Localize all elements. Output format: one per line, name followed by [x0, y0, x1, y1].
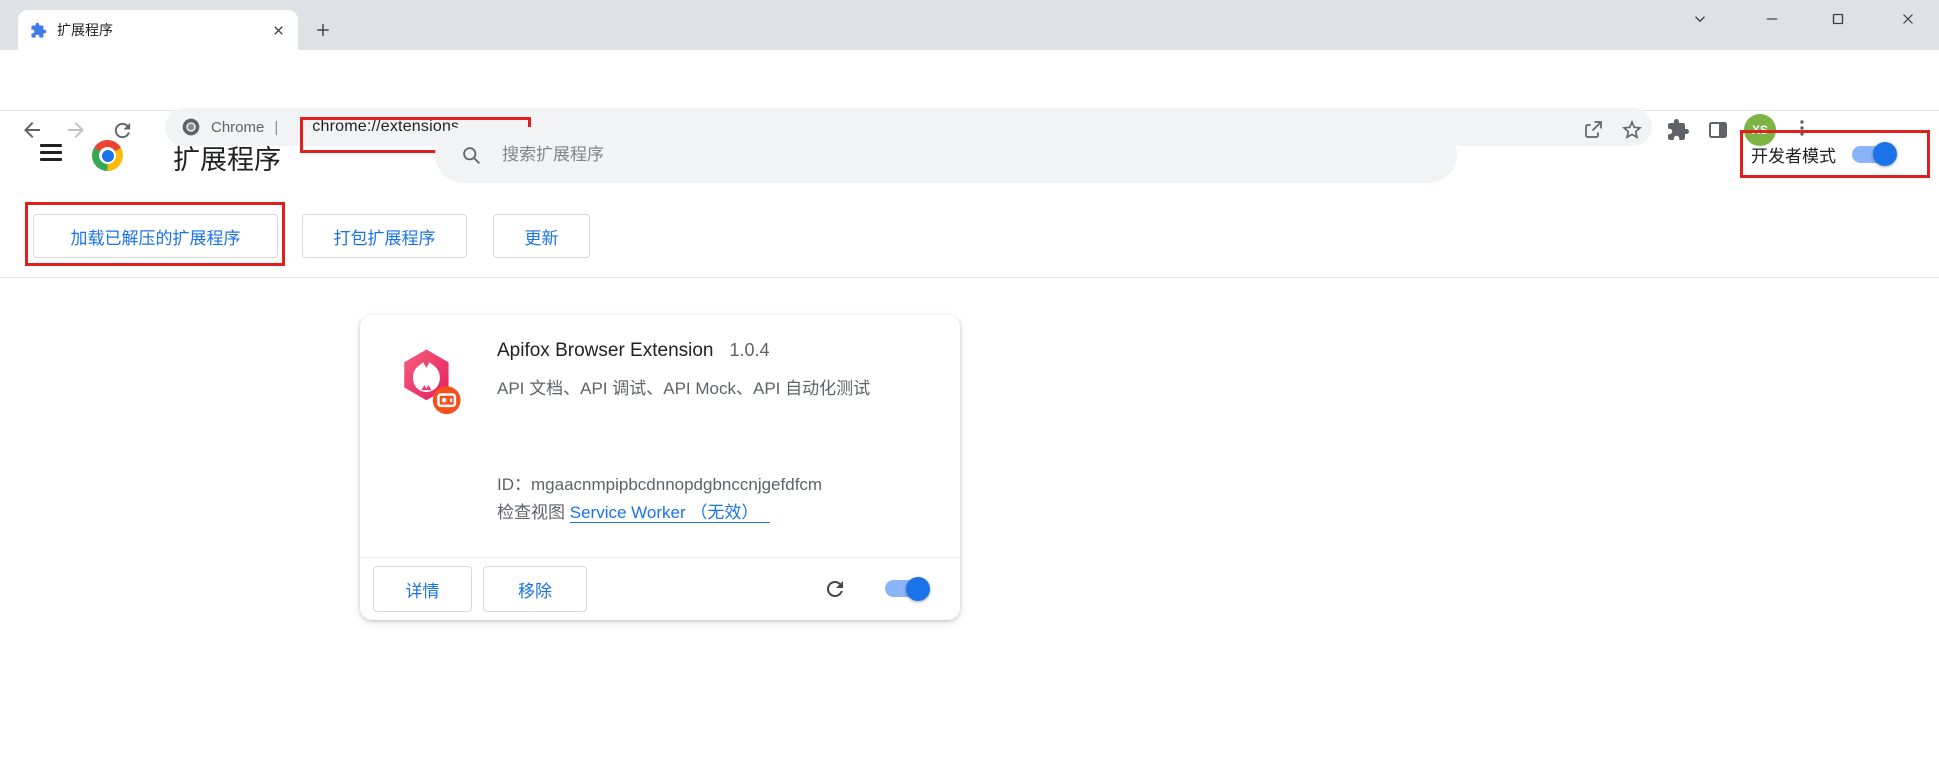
- update-label: 更新: [525, 224, 559, 249]
- tab-extensions[interactable]: 扩展程序: [18, 10, 298, 50]
- tab-close-icon[interactable]: [271, 23, 286, 38]
- tab-strip: 扩展程序: [0, 0, 1939, 50]
- card-footer-divider: [360, 557, 960, 558]
- header-divider: [0, 277, 1939, 278]
- back-icon[interactable]: [18, 116, 46, 144]
- window-close-icon[interactable]: [1888, 2, 1928, 36]
- extension-name: Apifox Browser Extension: [497, 340, 714, 361]
- remove-button[interactable]: 移除: [483, 566, 587, 612]
- developer-mode-section: 开发者模式: [1740, 130, 1930, 178]
- extensions-puzzle-icon[interactable]: [1666, 118, 1690, 142]
- load-unpacked-button[interactable]: 加载已解压的扩展程序: [33, 214, 278, 258]
- details-button[interactable]: 详情: [373, 566, 472, 612]
- omnibox-separator: |: [274, 119, 278, 136]
- apifox-extension-icon: [396, 347, 448, 399]
- extension-description: API 文档、API 调试、API Mock、API 自动化测试: [497, 374, 870, 399]
- share-icon[interactable]: [1581, 118, 1605, 142]
- forward-icon: [62, 116, 90, 144]
- search-icon: [461, 145, 482, 166]
- extension-id: ID：mgaacnmpipbcdnnopdgbnccnjgefdfcm: [497, 470, 822, 495]
- page-title: 扩展程序: [173, 138, 281, 177]
- pack-extension-button[interactable]: 打包扩展程序: [302, 214, 467, 258]
- chrome-grey-logo-icon: [181, 117, 201, 137]
- extension-enabled-toggle[interactable]: [885, 580, 927, 597]
- side-panel-icon[interactable]: [1706, 118, 1730, 142]
- details-label: 详情: [406, 577, 440, 602]
- tab-title: 扩展程序: [57, 20, 271, 40]
- window-maximize-icon[interactable]: [1818, 2, 1858, 36]
- tab-search-chevron-icon[interactable]: [1680, 2, 1720, 36]
- service-worker-link[interactable]: Service Worker （无效）: [570, 503, 771, 523]
- extension-reload-icon[interactable]: [823, 577, 847, 601]
- omnibox-site-label: Chrome: [211, 119, 264, 136]
- bookmark-star-icon[interactable]: [1620, 118, 1644, 142]
- window-minimize-icon[interactable]: [1752, 2, 1792, 36]
- developer-mode-toggle[interactable]: [1852, 146, 1894, 163]
- developer-mode-label: 开发者模式: [1751, 142, 1836, 167]
- search-input[interactable]: [500, 144, 1431, 166]
- extension-title-row: Apifox Browser Extension 1.0.4: [497, 340, 770, 362]
- menu-hamburger-icon[interactable]: [40, 144, 62, 161]
- browser-toolbar: Chrome | chrome://extensions XS: [0, 50, 1939, 111]
- update-button[interactable]: 更新: [493, 214, 590, 258]
- inspect-views-row: 检查视图 Service Worker （无效）: [497, 498, 770, 523]
- inspect-views-label: 检查视图: [497, 503, 565, 522]
- omnibox-url[interactable]: chrome://extensions: [312, 118, 459, 136]
- load-unpacked-label: 加载已解压的扩展程序: [71, 224, 241, 249]
- pack-extension-label: 打包扩展程序: [334, 224, 436, 249]
- chrome-logo-icon: [92, 140, 123, 171]
- puzzle-favicon-icon: [30, 22, 47, 39]
- extension-version: 1.0.4: [730, 340, 770, 360]
- extensions-search[interactable]: [435, 127, 1457, 183]
- browser-window: 扩展程序: [0, 0, 1939, 764]
- new-tab-button[interactable]: [306, 13, 340, 47]
- remove-label: 移除: [518, 577, 552, 602]
